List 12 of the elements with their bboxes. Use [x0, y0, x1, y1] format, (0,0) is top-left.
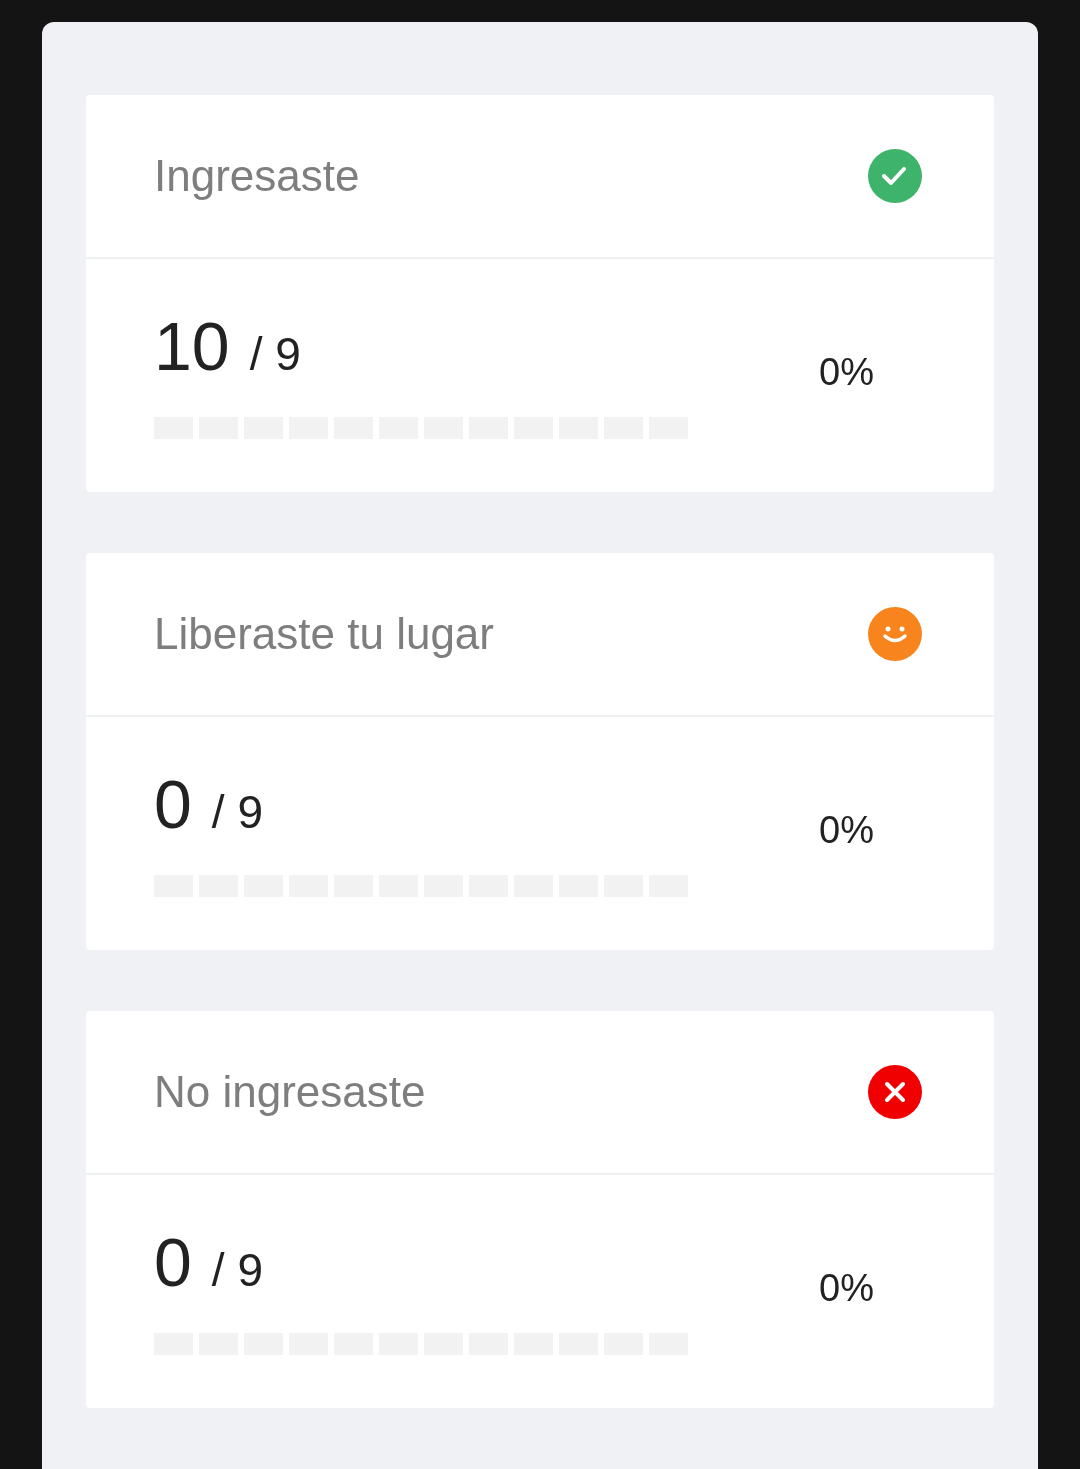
total-value: / 9: [211, 785, 263, 839]
total-value: / 9: [211, 1243, 263, 1297]
percent-value: 0%: [819, 809, 874, 852]
card-title: Ingresaste: [154, 151, 360, 201]
card-title: Liberaste tu lugar: [154, 609, 494, 659]
percent-value: 0%: [819, 351, 874, 394]
count-value: 0: [154, 1223, 192, 1301]
count-value: 0: [154, 765, 192, 843]
total-value: / 9: [249, 327, 301, 381]
card-title: No ingresaste: [154, 1067, 426, 1117]
count-value: 10: [154, 307, 230, 385]
percent-value: 0%: [819, 1267, 874, 1310]
